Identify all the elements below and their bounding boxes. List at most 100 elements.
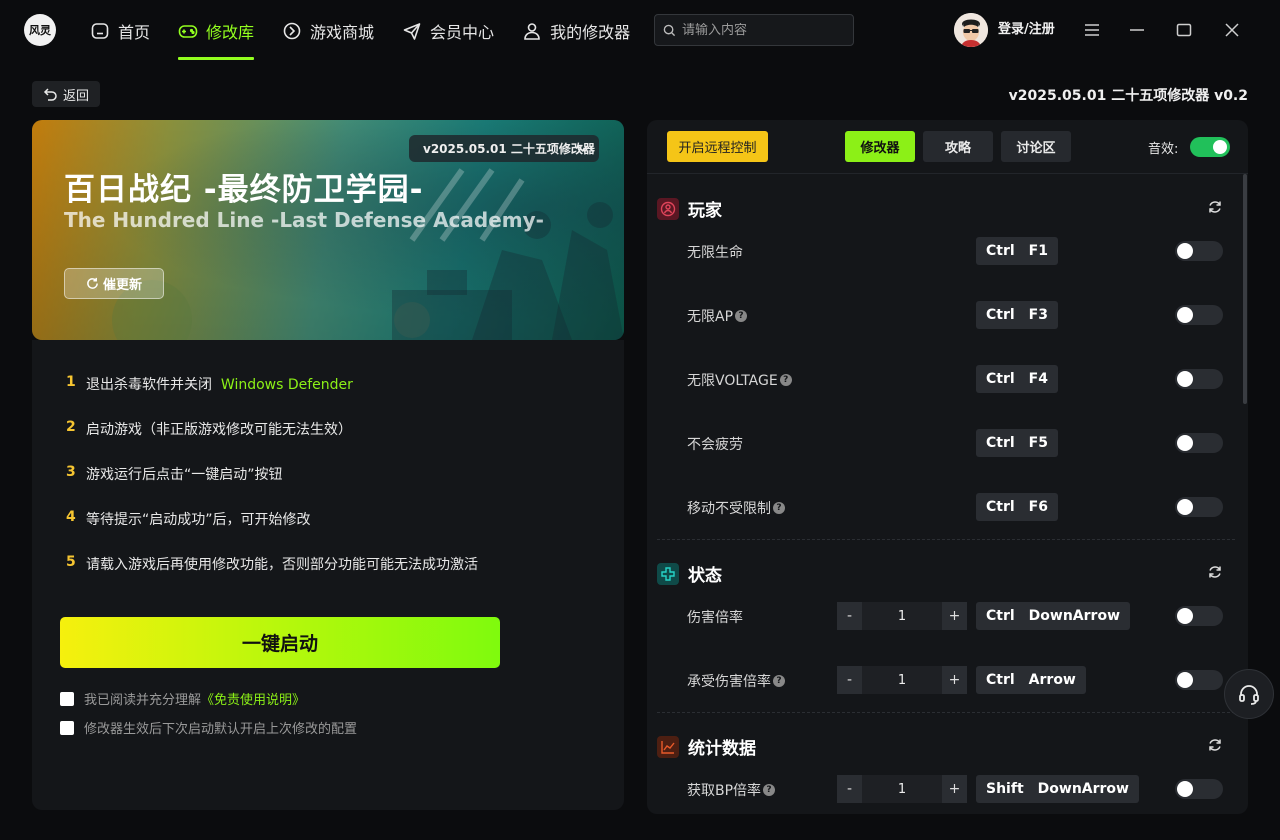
help-icon[interactable]: ? [763,784,776,796]
remember-config-text: 修改器生效后下次启动默认开启上次修改的配置 [84,722,358,737]
toggle-damage-taken-multiplier[interactable] [1175,670,1223,690]
menu-button[interactable] [1078,16,1106,44]
user-icon [524,23,540,40]
increment-button[interactable]: + [942,666,967,694]
section-statistics-reset-button[interactable] [1205,735,1225,755]
nav-game-store-label: 游戏商城 [310,23,375,42]
back-label: 返回 [62,88,89,104]
version-select-value: v2025.05.01 二十五项修改器 v0.2 [423,142,599,156]
decrement-button[interactable]: - [837,666,862,694]
nav-member-center-label: 会员中心 [430,23,495,42]
section-divider [657,539,1235,540]
section-status-reset-button[interactable] [1205,562,1225,582]
refresh-icon [1209,566,1221,578]
stepper-value[interactable]: 1 [862,666,942,694]
step-4: 4 等待提示“启动成功”后，可开始修改 [66,509,311,529]
help-icon[interactable]: ? [779,374,792,386]
section-title: 统计数据 [688,739,756,759]
hotkey-bp-multiplier[interactable]: Shift DownArrow [976,775,1139,803]
hotkey-infinite-health[interactable]: Ctrl F1 [976,237,1058,265]
bp-multiplier-stepper: - 1 + [837,775,967,803]
step-text: 请载入游戏后再使用修改功能，否则部分功能可能无法成功激活 [86,557,478,573]
hotkey-damage-multiplier[interactable]: Ctrl DownArrow [976,602,1131,630]
toggle-infinite-health[interactable] [1175,241,1223,261]
help-icon[interactable]: ? [773,502,785,514]
remote-control-button[interactable]: 开启远程控制 [667,131,768,162]
scrollbar[interactable] [1243,174,1247,404]
maximize-icon [1176,23,1192,37]
customer-support-button[interactable] [1224,669,1274,719]
search-input[interactable] [682,22,842,38]
close-button[interactable] [1218,16,1246,44]
sound-toggle[interactable] [1190,137,1230,157]
section-title: 玩家 [688,201,722,221]
remember-config-checkbox[interactable] [60,720,74,735]
game-subtitle: The Hundred Line -Last Defense Academy- [64,208,544,232]
cheat-label-bp-multiplier: 获取BP倍率? [687,780,776,800]
step-number: 4 [66,509,76,525]
step-number: 5 [66,554,76,570]
login-register-link[interactable]: 登录/注册 [998,20,1055,40]
toggle-infinite-ap[interactable] [1175,305,1223,325]
app-logo[interactable]: 风灵 [24,14,56,46]
tab-trainer[interactable]: 修改器 [845,131,915,162]
nav-home[interactable]: 首页 [76,0,164,62]
minimize-button[interactable] [1123,16,1151,44]
request-update-button[interactable]: 催更新 [64,268,164,299]
hotkey-infinite-voltage[interactable]: Ctrl F4 [976,365,1058,393]
send-icon [403,23,421,40]
nav-member-center[interactable]: 会员中心 [388,0,508,62]
nav-mod-library[interactable]: 修改库 [164,0,268,62]
decrement-button[interactable]: - [837,775,862,803]
increment-button[interactable]: + [942,602,967,630]
remember-config-check-row: 修改器生效后下次启动默认开启上次修改的配置 [60,718,357,737]
hotkey-no-fatigue[interactable]: Ctrl F5 [976,429,1058,457]
help-icon[interactable]: ? [773,675,785,687]
section-player-reset-button[interactable] [1205,197,1225,217]
cheat-label-no-fatigue: 不会疲劳 [687,437,743,453]
step-number: 3 [66,464,76,480]
cheat-label-damage-taken-multiplier: 承受伤害倍率? [687,671,785,691]
decrement-button[interactable]: - [837,602,862,630]
disclaimer-link[interactable]: 《免责使用说明》 [201,693,305,708]
search-box[interactable] [654,14,854,46]
avatar[interactable] [954,13,988,47]
section-title: 状态 [688,566,722,586]
tab-guide[interactable]: 攻略 [923,131,993,162]
toggle-no-fatigue[interactable] [1175,433,1223,453]
toggle-bp-multiplier[interactable] [1175,779,1223,799]
step-number: 1 [66,374,76,390]
toggle-unlimited-movement[interactable] [1175,497,1223,517]
toggle-damage-multiplier[interactable] [1175,606,1223,626]
stepper-value[interactable]: 1 [862,602,942,630]
trainer-toolbar: 开启远程控制 修改器 攻略 讨论区 音效: [647,120,1248,174]
hotkey-unlimited-movement[interactable]: Ctrl F6 [976,493,1058,521]
section-status-header: 状态 [657,561,722,586]
version-select[interactable]: v2025.05.01 二十五项修改器 v0.2 [409,135,599,162]
top-bar: 风灵 首页 修改库 游戏商城 会员中心 我的修改器 请输入内容 登录/注册 [0,0,1280,62]
help-icon[interactable]: ? [735,310,748,322]
disclaimer-checkbox[interactable] [60,691,74,706]
hotkey-damage-taken-multiplier[interactable]: Ctrl Arrow [976,666,1086,694]
gamepad-icon [178,25,198,38]
trainer-panel: 开启远程控制 修改器 攻略 讨论区 音效: 玩家 无限生命 Ctrl F1 无限A… [647,120,1248,814]
section-statistics-header: 统计数据 [657,734,756,759]
hamburger-icon [1085,24,1099,36]
nav-my-trainers[interactable]: 我的修改器 [508,0,644,62]
one-click-launch-button[interactable]: 一键启动 [60,617,500,668]
game-title: 百日战纪 -最终防卫学园- [64,172,424,208]
hotkey-infinite-ap[interactable]: Ctrl F3 [976,301,1058,329]
back-button[interactable]: 返回 [32,81,100,107]
maximize-button[interactable] [1170,16,1198,44]
toggle-infinite-voltage[interactable] [1175,369,1223,389]
nav-my-trainers-label: 我的修改器 [550,23,631,42]
tab-discussion[interactable]: 讨论区 [1001,131,1071,162]
stepper-value[interactable]: 1 [862,775,942,803]
increment-button[interactable]: + [942,775,967,803]
sound-label: 音效: [1148,142,1179,157]
cheat-label-infinite-voltage: 无限VOLTAGE? [687,370,792,390]
game-banner: 百日战纪 -最终防卫学园- The Hundred Line -Last Def… [32,120,624,340]
cheat-label-infinite-health: 无限生命 [687,245,743,261]
nav-game-store[interactable]: 游戏商城 [268,0,388,62]
step-3: 3 游戏运行后点击“一键启动”按钮 [66,464,283,484]
